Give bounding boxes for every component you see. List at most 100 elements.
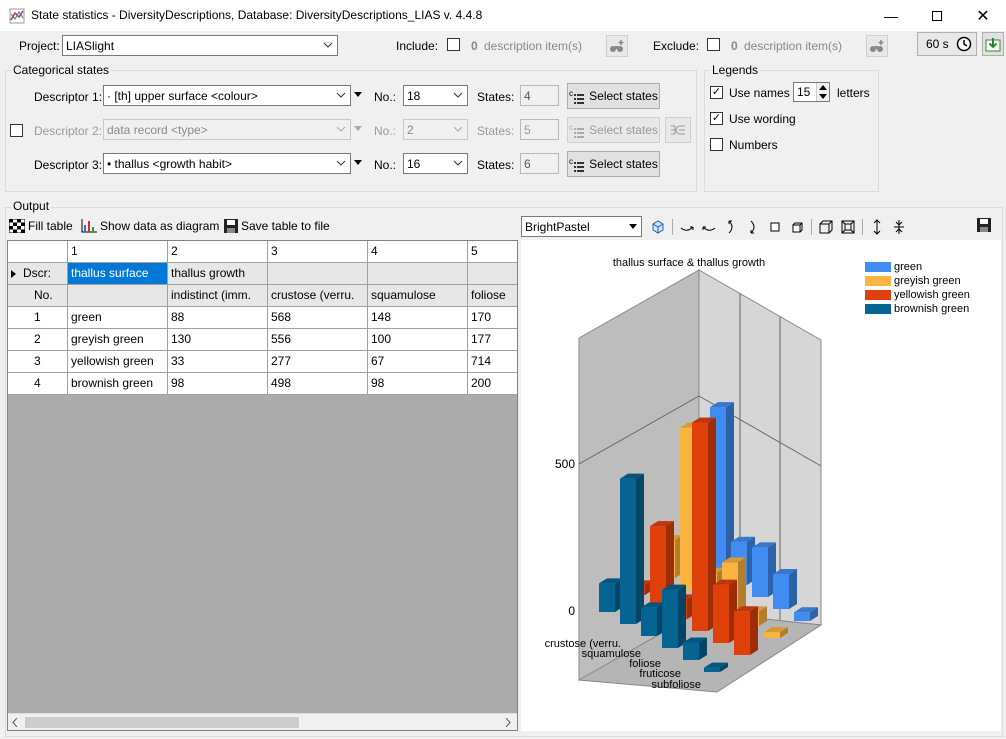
row-number[interactable]: 1: [8, 307, 68, 329]
rotate-down-icon[interactable]: [745, 219, 761, 235]
table-cell[interactable]: 277: [268, 351, 368, 373]
table-cell[interactable]: foliose: [468, 285, 517, 307]
table-cell[interactable]: 170: [468, 307, 517, 329]
descriptor-2-menu-arrow[interactable]: [354, 126, 362, 132]
descriptor-2-extra-button[interactable]: [665, 117, 691, 143]
table-cell[interactable]: 98: [168, 373, 268, 395]
save-table-button[interactable]: Save table to file: [224, 219, 330, 233]
table-cell[interactable]: squamulose: [368, 285, 468, 307]
cube-outline-icon[interactable]: [818, 219, 834, 235]
scroll-left-icon[interactable]: [12, 718, 18, 727]
descriptor-3-menu-arrow[interactable]: [354, 160, 362, 166]
show-diagram-button[interactable]: Show data as diagram: [81, 219, 219, 233]
table-cell[interactable]: indistinct (imm.: [168, 285, 268, 307]
table-cell[interactable]: 98: [368, 373, 468, 395]
table-cell[interactable]: thallus growth: [168, 263, 268, 285]
column-header[interactable]: 5: [468, 241, 517, 263]
use-wording-checkbox[interactable]: ✓: [710, 112, 723, 125]
exclude-select-button[interactable]: [866, 35, 888, 57]
row-number[interactable]: 2: [8, 329, 68, 351]
minimize-button[interactable]: —: [868, 0, 914, 31]
fill-table-button[interactable]: Fill table: [9, 219, 73, 233]
table-cell[interactable]: 148: [368, 307, 468, 329]
descriptor-2-no-combo[interactable]: 2: [403, 119, 468, 140]
square-icon[interactable]: [767, 219, 783, 235]
timeout-panel[interactable]: 60 s: [917, 32, 977, 56]
table-cell[interactable]: [268, 263, 368, 285]
column-header[interactable]: 2: [168, 241, 268, 263]
exclude-checkbox[interactable]: [707, 38, 720, 51]
cube-perspective-icon[interactable]: [840, 219, 856, 235]
descriptor-3-combo[interactable]: • thallus <growth habit>: [103, 153, 351, 174]
descriptor-1-select-states-button[interactable]: c Select states: [567, 83, 660, 109]
row-number[interactable]: 3: [8, 351, 68, 373]
numbers-checkbox[interactable]: [710, 138, 723, 151]
descriptor-1-combo[interactable]: · [th] upper surface <colour>: [103, 85, 351, 106]
scrollbar-thumb[interactable]: [25, 717, 299, 728]
vertical-expand-icon[interactable]: [869, 219, 885, 235]
table-cell[interactable]: 714: [468, 351, 517, 373]
close-button[interactable]: ✕: [960, 0, 1006, 31]
spinner-down-icon[interactable]: [819, 94, 827, 99]
box-icon[interactable]: [789, 219, 805, 235]
3d-cube-icon[interactable]: [650, 219, 666, 235]
palette-combo[interactable]: BrightPastel: [521, 216, 642, 237]
include-select-button[interactable]: [606, 35, 628, 57]
row-header-dscr[interactable]: Dscr:: [8, 263, 68, 285]
exclude-label: Exclude:: [653, 39, 700, 53]
table-cell[interactable]: [368, 263, 468, 285]
table-cell[interactable]: brownish green: [68, 373, 168, 395]
table-cell[interactable]: 67: [368, 351, 468, 373]
list-select-icon: c: [569, 89, 585, 104]
table-cell[interactable]: 88: [168, 307, 268, 329]
row-number[interactable]: 4: [8, 373, 68, 395]
spinner-up-icon[interactable]: [819, 85, 827, 90]
bar-front: [713, 584, 729, 643]
bar-front: [794, 612, 810, 621]
floppy-disk-icon: [977, 218, 991, 232]
descriptor-3-select-states-button[interactable]: c Select states: [567, 151, 660, 177]
scroll-right-icon[interactable]: [505, 718, 511, 727]
table-cell[interactable]: 33: [168, 351, 268, 373]
table-cell[interactable]: yellowish green: [68, 351, 168, 373]
table-cell[interactable]: 498: [268, 373, 368, 395]
table-cell[interactable]: [68, 285, 168, 307]
maximize-button[interactable]: [914, 0, 960, 31]
rotate-left-icon[interactable]: [679, 219, 695, 235]
table-cell[interactable]: green: [68, 307, 168, 329]
column-header[interactable]: 1: [68, 241, 168, 263]
spinner-buttons[interactable]: [816, 83, 829, 101]
table-cell[interactable]: [468, 263, 517, 285]
row-header-no[interactable]: No.: [8, 285, 68, 307]
data-grid[interactable]: 1 2 3 4 5 Dscr: thallus surface thallus …: [7, 240, 518, 731]
table-cell[interactable]: 556: [268, 329, 368, 351]
descriptor-2-checkbox[interactable]: [10, 124, 23, 137]
include-checkbox[interactable]: [447, 38, 460, 51]
column-header[interactable]: 4: [368, 241, 468, 263]
table-cell[interactable]: crustose (verru.: [268, 285, 368, 307]
descriptor-2-select-states-button[interactable]: c Select states: [567, 117, 660, 143]
chevron-down-icon: [453, 126, 463, 132]
descriptor-1-no-combo[interactable]: 18: [403, 85, 468, 106]
save-chart-button[interactable]: [977, 218, 991, 235]
descriptor-2-combo[interactable]: data record <type>: [103, 119, 351, 140]
horizontal-scrollbar[interactable]: [8, 713, 517, 730]
table-cell[interactable]: greyish green: [68, 329, 168, 351]
table-cell[interactable]: 130: [168, 329, 268, 351]
table-cell[interactable]: 568: [268, 307, 368, 329]
chart-panel[interactable]: 500 0 crustose (verru. squamulose folios…: [521, 240, 1001, 731]
use-names-checkbox[interactable]: ✓: [710, 86, 723, 99]
export-button[interactable]: [982, 32, 1004, 56]
column-header[interactable]: 3: [268, 241, 368, 263]
project-combo[interactable]: LIASlight: [62, 35, 338, 56]
rotate-right-icon[interactable]: [701, 219, 717, 235]
table-cell[interactable]: 177: [468, 329, 517, 351]
table-cell[interactable]: 100: [368, 329, 468, 351]
letters-spinner[interactable]: 15: [793, 82, 830, 102]
descriptor-3-no-combo[interactable]: 16: [403, 153, 468, 174]
descriptor-1-menu-arrow[interactable]: [354, 92, 362, 98]
table-cell[interactable]: thallus surface: [68, 263, 168, 285]
vertical-collapse-icon[interactable]: [891, 219, 907, 235]
table-cell[interactable]: 200: [468, 373, 517, 395]
rotate-up-icon[interactable]: [723, 219, 739, 235]
